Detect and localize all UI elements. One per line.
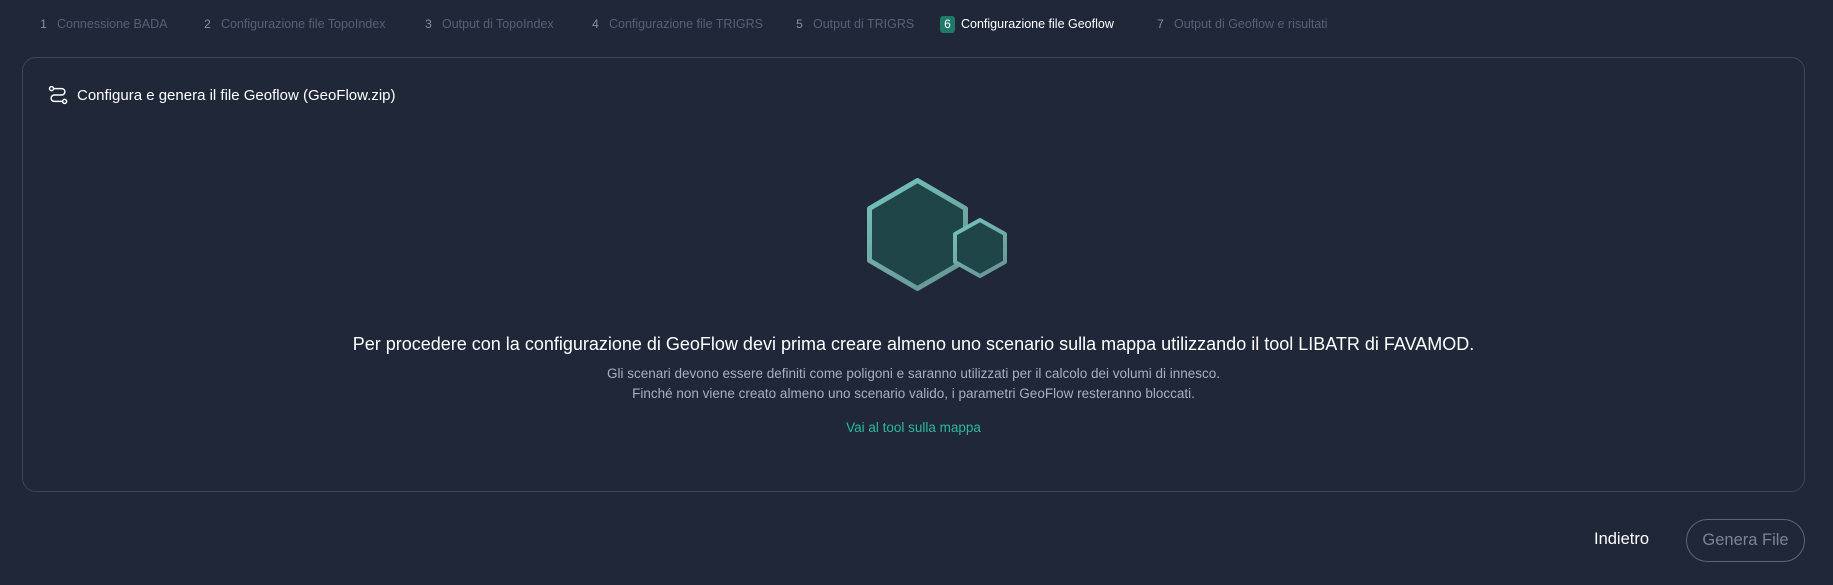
- back-button[interactable]: Indietro: [1594, 530, 1649, 549]
- step-number: 7: [1157, 17, 1164, 31]
- step-4[interactable]: 4 Configurazione file TRIGRS: [588, 16, 792, 33]
- step-number: 2: [204, 17, 211, 31]
- step-label: Connessione BADA: [57, 17, 168, 31]
- step-label: Output di Geoflow e risultati: [1174, 17, 1328, 31]
- step-number: 3: [425, 17, 432, 31]
- geoflow-config-card: Configura e genera il file Geoflow (GeoF…: [22, 57, 1805, 492]
- step-label: Configurazione file TRIGRS: [609, 17, 764, 31]
- step-3[interactable]: 3 Output di TopoIndex: [421, 16, 588, 33]
- step-2[interactable]: 2 Configurazione file TopoIndex: [200, 16, 421, 33]
- step-label: Configurazione file TopoIndex: [221, 17, 386, 31]
- route-icon: [48, 85, 68, 105]
- stepper: 1 Connessione BADA 2 Configurazione file…: [36, 14, 1328, 34]
- go-to-map-tool-link[interactable]: Vai al tool sulla mappa: [846, 420, 981, 435]
- card-header: Configura e genera il file Geoflow (GeoF…: [47, 84, 396, 106]
- scenario-required-message: Per procedere con la configurazione di G…: [352, 334, 1475, 354]
- scenario-detail-line-2: Finché non viene creato almeno uno scena…: [632, 386, 1195, 401]
- step-number: 5: [796, 17, 803, 31]
- card-title: Configura e genera il file Geoflow (GeoF…: [77, 86, 396, 104]
- step-1[interactable]: 1 Connessione BADA: [36, 16, 200, 33]
- step-label: Configurazione file Geoflow: [961, 17, 1114, 31]
- step-number: 1: [40, 17, 47, 31]
- step-label: Output di TRIGRS: [813, 17, 915, 31]
- step-number: 4: [592, 17, 599, 31]
- tool-link-container: Vai al tool sulla mappa: [23, 420, 1804, 435]
- scenario-detail-line-1: Gli scenari devono essere definiti come …: [606, 366, 1221, 381]
- step-6[interactable]: 6 Configurazione file Geoflow: [940, 15, 1153, 33]
- step-number-badge: 6: [940, 15, 955, 33]
- step-label: Output di TopoIndex: [442, 17, 554, 31]
- step-7[interactable]: 7 Output di Geoflow e risultati: [1153, 16, 1328, 33]
- step-5[interactable]: 5 Output di TRIGRS: [792, 16, 940, 33]
- generate-file-button[interactable]: Genera File: [1686, 519, 1805, 562]
- hexagons-icon: [867, 178, 1007, 291]
